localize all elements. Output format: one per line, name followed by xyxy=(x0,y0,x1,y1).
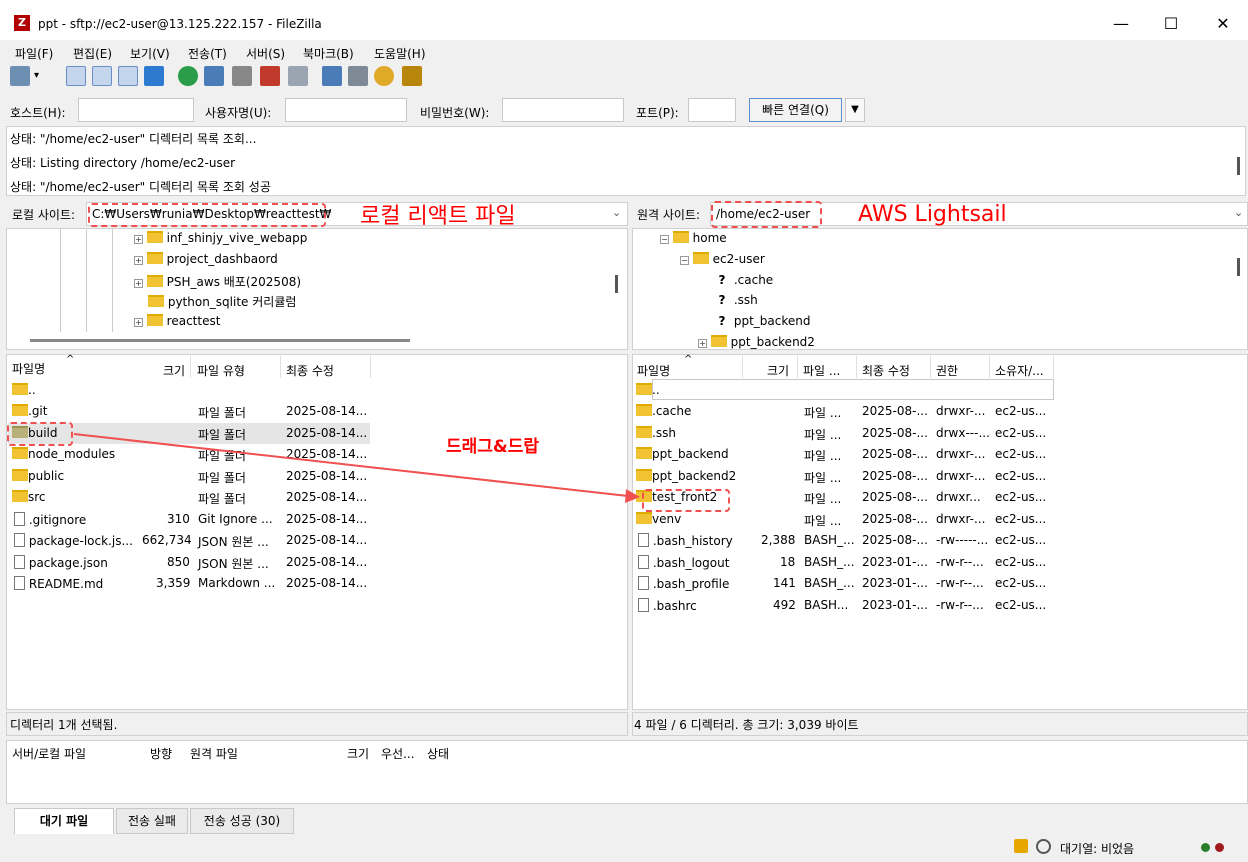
drag-arrow-head xyxy=(625,489,640,503)
drag-arrow xyxy=(73,433,640,503)
drag-arrow-line xyxy=(73,433,629,497)
